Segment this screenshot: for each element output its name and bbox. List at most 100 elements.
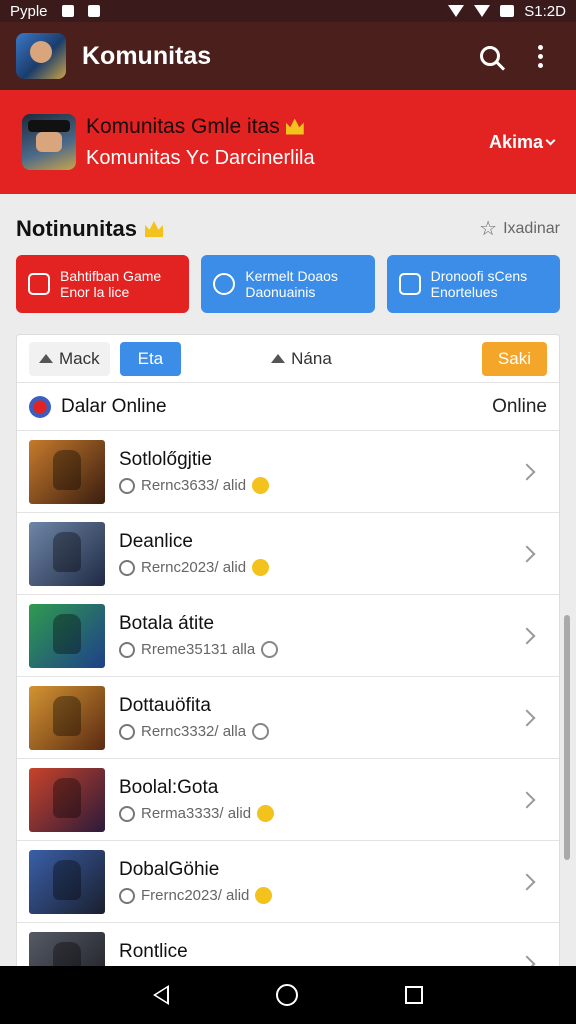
member-list: Sotlolőgjtie Rernc3633/ alid Deanlice Rernc…: [17, 431, 559, 973]
emoji-icon: [261, 641, 279, 658]
member-name: Sotlolőgjtie: [119, 449, 212, 470]
quick-action-game[interactable]: Bahtifban Game Enor la lice: [16, 255, 190, 313]
chevron-right-icon: [518, 627, 536, 644]
online-right-label: Online: [492, 395, 547, 417]
emoji-icon: [257, 805, 275, 822]
banner-action-button[interactable]: Akima: [489, 132, 556, 153]
member-meta-text: Rernc2023/ alid: [141, 559, 247, 576]
member-meta: Rreme35131 alla: [119, 641, 521, 658]
pin-icon: [39, 354, 53, 363]
chevron-right-icon: [518, 709, 536, 726]
member-meta-text: Rernc3633/ alid: [141, 477, 247, 494]
member-row[interactable]: Deanlice Rernc2023/ alid: [17, 513, 559, 595]
scrollbar[interactable]: [564, 615, 570, 860]
lock-icon: [398, 273, 421, 295]
member-row[interactable]: Dottauöfita Rernc3332/ alla: [17, 677, 559, 759]
tab-saki[interactable]: Saki: [481, 341, 547, 376]
notification-icon: [61, 5, 74, 17]
member-meta-text: Frernc2023/ alid: [141, 887, 250, 904]
clock-icon: [119, 805, 135, 822]
emoji-icon: [255, 887, 273, 904]
member-meta: Rernc2023/ alid: [119, 559, 521, 576]
back-icon[interactable]: [153, 985, 170, 1005]
member-name: DobalGöhie: [119, 859, 220, 880]
member-meta: Rernc3633/ alid: [119, 477, 521, 494]
tab-mack[interactable]: Mack: [29, 341, 110, 376]
section-link[interactable]: ☆ Ixadinar: [479, 219, 560, 239]
status-bar: Pyple S1:2D: [0, 0, 576, 22]
recent-apps-icon[interactable]: [404, 986, 423, 1004]
online-status-icon: [29, 395, 51, 418]
section-header: Notinunitas ☆ Ixadinar: [16, 214, 560, 244]
navigation-bar: [0, 966, 576, 1024]
member-row[interactable]: Boolal:Gota Rerma3333/ alid: [17, 759, 559, 841]
member-name: Rontlice: [119, 941, 188, 962]
tab-nana[interactable]: Nána: [261, 342, 342, 376]
member-row[interactable]: Sotlolőgjtie Rernc3633/ alid: [17, 431, 559, 513]
banner-subtitle: Komunitas Yc Darcinerlila: [86, 146, 315, 169]
member-row[interactable]: Botala átite Rreme35131 alla: [17, 595, 559, 677]
clock-icon: [119, 723, 135, 740]
more-options-button[interactable]: [520, 36, 560, 76]
search-button[interactable]: [470, 36, 510, 76]
home-icon[interactable]: [275, 984, 298, 1006]
member-avatar: [29, 603, 105, 668]
chevron-right-icon: [518, 463, 536, 480]
chevron-right-icon: [518, 873, 536, 890]
emoji-icon: [252, 477, 270, 494]
quick-action-events[interactable]: Kermelt Doaos Daonuainis: [201, 255, 375, 313]
emoji-icon: [252, 723, 270, 740]
banner-title: Komunitas Gmle itas: [86, 114, 280, 138]
carrier-label: Pyple: [10, 2, 48, 20]
tab-eta[interactable]: Eta: [119, 341, 182, 376]
app-logo: [16, 33, 66, 79]
clock-icon: [119, 477, 135, 494]
member-meta: Frernc2023/ alid: [119, 887, 521, 904]
chevron-right-icon: [518, 545, 536, 562]
member-avatar: [29, 685, 105, 750]
chevron-down-icon: [545, 135, 556, 145]
message-icon: [87, 5, 100, 17]
clock-icon: [213, 273, 236, 295]
quick-action-scans[interactable]: Dronoofi sCens Enortelues: [386, 255, 560, 313]
online-header: Dalar Online Online: [17, 383, 559, 431]
member-avatar: [29, 767, 105, 832]
member-name: Deanlice: [119, 531, 193, 552]
battery-icon: [500, 5, 515, 17]
member-name: Botala átite: [119, 613, 215, 634]
member-avatar: [29, 439, 105, 504]
clock-icon: [119, 641, 135, 658]
pin-icon: [271, 354, 286, 363]
member-name: Boolal:Gota: [119, 777, 219, 798]
chevron-right-icon: [518, 791, 536, 808]
quick-actions: Bahtifban Game Enor la lice Kermelt Doaos…: [16, 255, 560, 313]
signal-icon: [448, 5, 465, 17]
member-meta-text: Rerma3333/ alid: [141, 805, 252, 822]
search-icon: [480, 46, 500, 66]
member-row[interactable]: DobalGöhie Frernc2023/ alid: [17, 841, 559, 923]
star-icon: ☆: [479, 218, 498, 240]
community-banner[interactable]: Komunitas Gmle itas Komunitas Yc Darcine…: [0, 90, 576, 194]
members-panel: Mack Eta Nána Saki Dalar Online Online S…: [16, 334, 560, 974]
app-bar: Komunitas: [0, 22, 576, 90]
wifi-icon: [474, 5, 491, 17]
member-name: Dottauöfita: [119, 695, 211, 716]
member-meta: Rernc3332/ alla: [119, 723, 521, 740]
clock-icon: [119, 559, 135, 576]
tab-bar: Mack Eta Nána Saki: [17, 335, 559, 383]
more-vert-icon: [537, 44, 543, 68]
clock: S1:2D: [524, 2, 566, 20]
online-left-label: Dalar Online: [61, 395, 167, 417]
member-avatar: [29, 849, 105, 914]
gift-icon: [28, 273, 50, 295]
app-title: Komunitas: [82, 41, 212, 70]
member-meta: Rerma3333/ alid: [119, 805, 521, 822]
crown-icon: [145, 221, 163, 237]
section-title: Notinunitas: [16, 216, 137, 241]
member-meta-text: Rreme35131 alla: [141, 641, 256, 658]
member-meta-text: Rernc3332/ alla: [141, 723, 247, 740]
crown-icon: [285, 118, 304, 135]
community-avatar: [22, 114, 76, 170]
member-avatar: [29, 521, 105, 586]
emoji-icon: [252, 559, 270, 576]
